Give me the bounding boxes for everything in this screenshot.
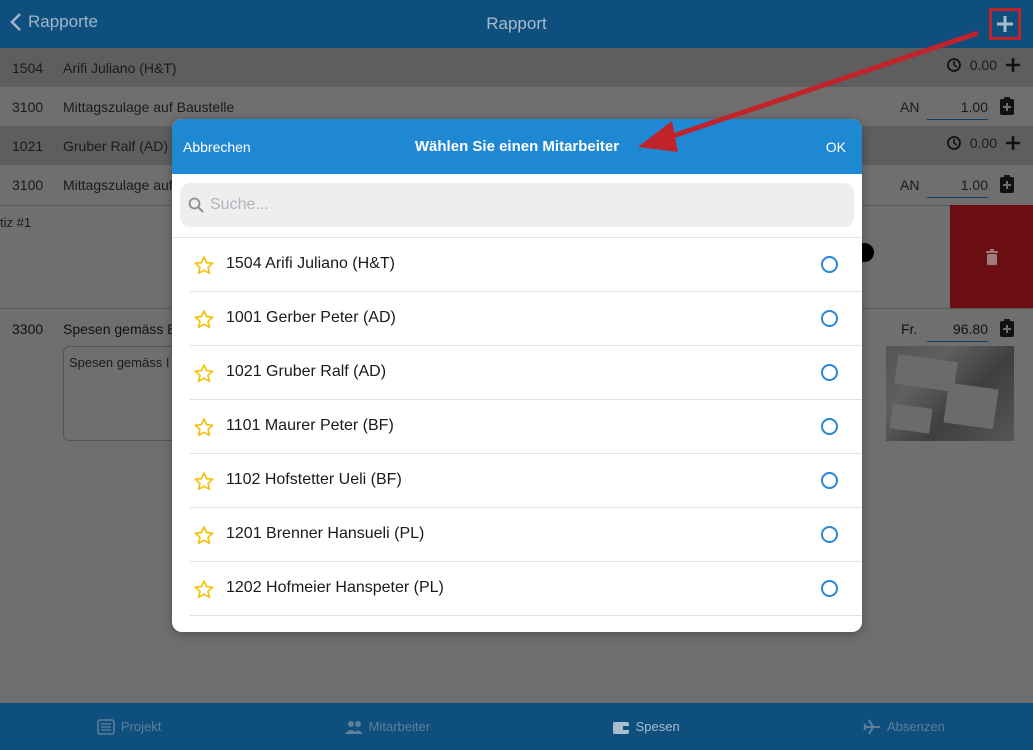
add-button[interactable] <box>989 8 1021 40</box>
employee-name: 1504 Arifi Juliano (H&T) <box>226 255 395 272</box>
employee-picker-dialog: Abbrechen Wählen Sie einen Mitarbeiter O… <box>172 119 862 632</box>
list-item[interactable]: 1101 Maurer Peter (BF) <box>190 400 862 454</box>
row-code: 3100 <box>12 99 44 115</box>
row-description: Mittagszulage auf <box>63 177 173 193</box>
radio-button[interactable] <box>821 526 838 543</box>
row-code: 3300 <box>12 321 44 337</box>
navigation-bar: Rapporte Rapport <box>0 0 1033 48</box>
tab-spesen[interactable]: Spesen <box>517 703 775 750</box>
row-unit: AN <box>900 177 920 193</box>
plus-icon[interactable] <box>1005 135 1021 151</box>
radio-button[interactable] <box>821 418 838 435</box>
list-icon <box>97 718 115 735</box>
radio-button[interactable] <box>821 580 838 597</box>
list-item[interactable]: 1021 Gruber Ralf (AD) <box>190 346 862 400</box>
tab-bar: Projekt Mitarbeiter Spesen Absenzen <box>0 703 1033 750</box>
row-code: 1504 <box>12 60 44 76</box>
star-icon[interactable] <box>194 580 214 599</box>
delete-button[interactable] <box>950 205 1033 308</box>
radio-button[interactable] <box>821 472 838 489</box>
employee-list: 1504 Arifi Juliano (H&T) 1001 Gerber Pet… <box>172 238 862 616</box>
note-label: tiz #1 <box>0 215 32 230</box>
row-description: Mittagszulage auf Baustelle <box>63 99 235 115</box>
row-description: Spesen gemäss B <box>63 321 177 337</box>
row-value: 0.00 <box>969 57 997 73</box>
list-item[interactable]: 1001 Gerber Peter (AD) <box>190 292 862 346</box>
clipboard-icon[interactable] <box>999 174 1015 194</box>
employee-name: 1201 Brenner Hansueli (PL) <box>226 525 425 542</box>
employee-name: 1101 Maurer Peter (BF) <box>226 417 394 434</box>
plus-icon[interactable] <box>1005 57 1021 73</box>
dialog-title: Wählen Sie einen Mitarbeiter <box>414 138 620 155</box>
radio-button[interactable] <box>821 364 838 381</box>
row-code: 3100 <box>12 177 44 193</box>
tab-absenzen[interactable]: Absenzen <box>775 703 1033 750</box>
list-item[interactable]: 1202 Hofmeier Hanspeter (PL) <box>190 562 862 616</box>
row-unit: Fr. <box>901 321 918 337</box>
history-icon[interactable] <box>946 135 962 151</box>
search-bar[interactable] <box>180 183 854 227</box>
row-unit: AN <box>900 99 920 115</box>
star-icon[interactable] <box>194 418 214 437</box>
list-item[interactable]: 1504 Arifi Juliano (H&T) <box>190 238 862 292</box>
report-row[interactable]: 1504 Arifi Juliano (H&T) 0.00 <box>0 48 1033 87</box>
employee-name: 1202 Hofmeier Hanspeter (PL) <box>226 579 444 596</box>
employee-name: 1001 Gerber Peter (AD) <box>226 309 396 326</box>
receipt-photo[interactable] <box>886 346 1014 441</box>
row-amount-input[interactable]: 1.00 <box>927 99 988 120</box>
ok-button[interactable]: OK <box>826 139 846 155</box>
history-icon[interactable] <box>946 57 962 73</box>
search-icon <box>188 197 204 213</box>
tab-label: Absenzen <box>886 719 945 734</box>
tab-projekt[interactable]: Projekt <box>0 703 258 750</box>
star-icon[interactable] <box>194 310 214 329</box>
list-item[interactable]: 1102 Hofstetter Ueli (BF) <box>190 454 862 508</box>
star-icon[interactable] <box>194 526 214 545</box>
clipboard-icon[interactable] <box>999 318 1015 338</box>
employee-name: 1021 Gruber Ralf (AD) <box>226 363 387 380</box>
search-section <box>172 174 862 238</box>
tab-label: Spesen <box>635 719 680 734</box>
radio-button[interactable] <box>821 256 838 273</box>
list-item[interactable]: 1201 Brenner Hansueli (PL) <box>190 508 862 562</box>
page-title: Rapport <box>486 14 547 33</box>
star-icon[interactable] <box>194 256 214 275</box>
tab-mitarbeiter[interactable]: Mitarbeiter <box>258 703 516 750</box>
tab-label: Projekt <box>120 719 162 734</box>
star-icon[interactable] <box>194 472 214 491</box>
dialog-header: Abbrechen Wählen Sie einen Mitarbeiter O… <box>172 119 862 174</box>
plus-icon <box>997 16 1013 32</box>
employee-name: 1102 Hofstetter Ueli (BF) <box>226 471 402 488</box>
row-code: 1021 <box>12 138 44 154</box>
row-value: 0.00 <box>969 135 997 151</box>
tab-label: Mitarbeiter <box>368 719 431 734</box>
star-icon[interactable] <box>194 364 214 383</box>
people-icon <box>344 720 363 734</box>
clipboard-icon[interactable] <box>999 96 1015 116</box>
radio-button[interactable] <box>821 310 838 327</box>
wallet-icon <box>612 721 629 734</box>
search-input[interactable] <box>210 196 810 214</box>
row-description: Gruber Ralf (AD) <box>63 138 169 154</box>
row-description: Arifi Juliano (H&T) <box>63 60 177 76</box>
plane-icon <box>863 719 880 734</box>
row-amount-input[interactable]: 1.00 <box>927 177 988 198</box>
row-amount-input[interactable]: 96.80 <box>927 321 988 342</box>
trash-icon <box>985 248 998 265</box>
